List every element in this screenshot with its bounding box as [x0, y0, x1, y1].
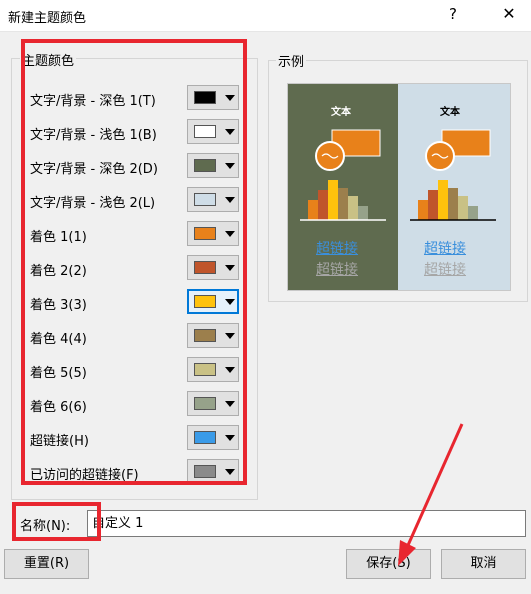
- close-icon[interactable]: ✕: [501, 4, 517, 23]
- theme-preview: 文本 超链接 超链接 文本 超链接 超链接: [287, 83, 511, 291]
- preview-light-panel: 文本 超链接 超链接: [398, 84, 510, 290]
- preview-visited-link-dark: 超链接: [316, 262, 358, 278]
- preview-link-dark: 超链接: [316, 241, 358, 257]
- preview-word-dark: 文本: [331, 107, 351, 118]
- preview-dark-panel: 文本 超链接 超链接: [288, 84, 398, 290]
- preview-shape-light: [425, 129, 491, 171]
- preview-visited-link-light: 超链接: [424, 262, 466, 278]
- preview-group-title: 示例: [276, 51, 307, 70]
- annotation-arrow: [398, 423, 464, 566]
- preview-bar-chart-dark: [300, 180, 386, 221]
- reset-button[interactable]: 重置(R): [4, 549, 89, 579]
- annotation-box-name: [12, 502, 101, 541]
- window-title: 新建主题颜色: [8, 11, 87, 26]
- preview-word-light: 文本: [440, 107, 460, 118]
- preview-shape-dark: [315, 129, 381, 171]
- annotation-box-theme-colors: [21, 39, 247, 485]
- title-bar: 新建主题颜色 ? ✕: [0, 0, 531, 32]
- preview-bar-chart-light: [410, 180, 496, 221]
- help-icon[interactable]: ?: [446, 5, 460, 23]
- preview-link-light: 超链接: [424, 241, 466, 257]
